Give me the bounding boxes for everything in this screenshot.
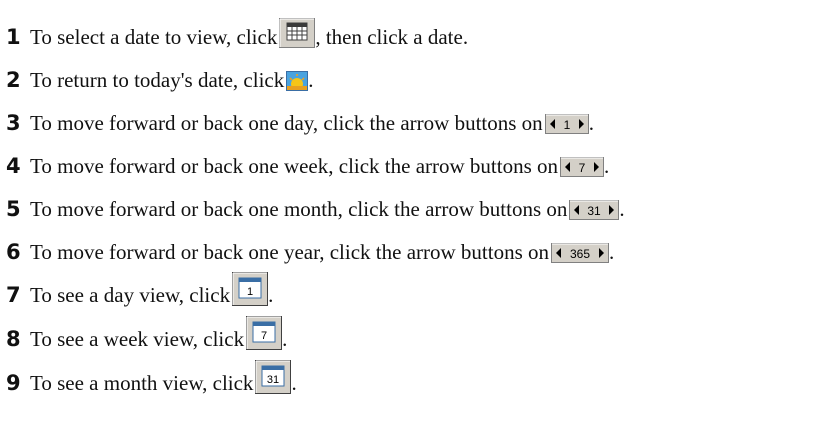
button-label: 7 <box>579 161 586 175</box>
step-number: 8 <box>6 327 21 351</box>
step-text-after: . <box>268 283 274 307</box>
step-text: To return to today's date, click <box>30 68 285 92</box>
step-text: To select a date to view, click <box>30 25 278 49</box>
step-6: 6 To move forward or back one year, clic… <box>6 223 826 263</box>
sunrise-today-icon[interactable] <box>286 71 309 91</box>
step-number: 1 <box>6 25 21 49</box>
month-arrow-buttons[interactable]: 31 <box>569 200 620 220</box>
button-label: 7 <box>261 330 267 342</box>
button-label: 1 <box>563 118 570 132</box>
step-number: 6 <box>6 240 21 264</box>
step-number: 5 <box>6 197 21 221</box>
week-arrow-buttons[interactable]: 7 <box>560 157 605 177</box>
step-text: To see a day view, click <box>30 283 231 307</box>
step-text: To see a week view, click <box>30 327 245 351</box>
step-text-after: , then click a date. <box>315 25 469 49</box>
step-text: To move forward or back one month, click… <box>30 197 568 221</box>
year-arrow-buttons[interactable]: 365 <box>551 243 610 263</box>
step-4: 4 To move forward or back one week, clic… <box>6 137 826 177</box>
step-number: 9 <box>6 371 21 395</box>
step-text-after: . <box>308 68 314 92</box>
step-text: To move forward or back one day, click t… <box>30 111 543 135</box>
month-view-icon[interactable]: 31 <box>255 360 292 394</box>
step-1: 1 To select a date to view, click , then… <box>6 8 826 48</box>
step-8: 8 To see a week view, click 7 . <box>6 310 826 350</box>
day-arrow-buttons[interactable]: 1 <box>544 114 589 134</box>
button-label: 31 <box>588 204 602 218</box>
calendar-grid-icon[interactable] <box>279 18 316 48</box>
step-text-after: . <box>609 240 615 264</box>
step-text-after: . <box>619 197 625 221</box>
step-text: To move forward or back one year, click … <box>30 240 550 264</box>
step-2: 2 To return to today's date, click . <box>6 51 826 91</box>
step-7: 7 To see a day view, click 1 . <box>6 266 826 306</box>
week-view-icon[interactable]: 7 <box>246 316 283 350</box>
button-label: 31 <box>267 374 279 386</box>
step-9: 9 To see a month view, click 31 . <box>6 354 826 394</box>
step-number: 3 <box>6 111 21 135</box>
step-text-after: . <box>282 327 288 351</box>
step-5: 5 To move forward or back one month, cli… <box>6 180 826 220</box>
step-number: 2 <box>6 68 21 92</box>
step-text-after: . <box>291 371 297 395</box>
step-text: To move forward or back one week, click … <box>30 154 559 178</box>
button-label: 365 <box>570 247 590 261</box>
button-label: 1 <box>247 286 253 298</box>
step-text-after: . <box>588 111 594 135</box>
step-number: 4 <box>6 154 21 178</box>
step-number: 7 <box>6 283 21 307</box>
step-text-after: . <box>604 154 610 178</box>
step-3: 3 To move forward or back one day, click… <box>6 94 826 134</box>
day-view-icon[interactable]: 1 <box>232 272 269 306</box>
step-text: To see a month view, click <box>30 371 254 395</box>
